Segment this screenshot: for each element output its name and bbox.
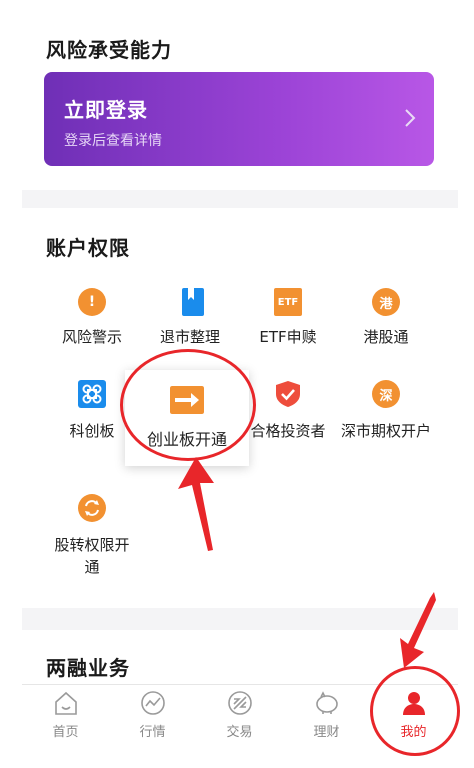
tab-label: 理财 xyxy=(313,725,340,740)
perm-label: 合格投资者 xyxy=(250,422,326,440)
star-market-icon xyxy=(78,380,106,408)
perm-label: 风险警示 xyxy=(61,328,122,346)
perm-item-etf[interactable]: ETF ETF申赎 xyxy=(238,288,338,358)
shield-check-icon xyxy=(276,381,300,407)
margin-section-title: 两融业务 xyxy=(46,656,130,680)
gem-arrow-icon xyxy=(170,386,204,414)
app-screen: 风险承受能力 立即登录 登录后查看详情 账户权限 ! 风险警示 退市整理 ETF… xyxy=(22,0,458,742)
tab-label: 交易 xyxy=(226,725,253,740)
perm-label: 退市整理 xyxy=(159,328,220,346)
perm-item-qualified-investor[interactable]: 合格投资者 xyxy=(238,380,338,450)
perm-label: 港股通 xyxy=(363,328,409,346)
tab-label: 首页 xyxy=(52,725,79,740)
tab-wealth[interactable]: 理财 xyxy=(283,685,370,742)
tab-home[interactable]: 首页 xyxy=(22,685,109,742)
tab-label: 行情 xyxy=(139,725,166,740)
neeq-icon xyxy=(78,494,106,522)
sz-options-icon: 深 xyxy=(372,380,400,408)
user-icon xyxy=(403,692,425,715)
perm-item-neeq[interactable]: 股转权限开通 xyxy=(42,494,142,584)
perm-item-delisting[interactable]: 退市整理 xyxy=(140,288,240,358)
tab-mine[interactable]: 我的 xyxy=(370,685,457,742)
bottom-tab-bar: 首页 行情 交易 理财 我的 xyxy=(22,684,458,742)
risk-section-title: 风险承受能力 xyxy=(46,38,172,62)
margin-trading-card: 两融业务 xyxy=(22,630,458,690)
piggy-bank-icon xyxy=(316,691,338,714)
permissions-section-title: 账户权限 xyxy=(46,236,130,260)
tab-trade[interactable]: 交易 xyxy=(196,685,283,742)
market-chart-icon xyxy=(141,691,165,715)
perm-item-hk-connect[interactable]: 港 港股通 xyxy=(336,288,436,358)
tab-market[interactable]: 行情 xyxy=(109,685,196,742)
perm-label: 创业板开通 xyxy=(146,430,227,449)
trade-icon xyxy=(228,691,252,715)
perm-label: 深市期权开户 xyxy=(340,422,431,440)
login-banner[interactable]: 立即登录 登录后查看详情 xyxy=(44,72,434,166)
risk-tolerance-card: 风险承受能力 立即登录 登录后查看详情 xyxy=(22,0,458,190)
home-icon xyxy=(55,691,77,715)
chevron-right-icon xyxy=(405,109,416,127)
login-subtitle: 登录后查看详情 xyxy=(64,133,162,149)
perm-item-sz-options[interactable]: 深 深市期权开户 xyxy=(336,380,436,470)
warning-icon: ! xyxy=(78,288,106,316)
bookmark-icon xyxy=(182,288,204,316)
perm-label: ETF申赎 xyxy=(259,328,317,346)
perm-item-risk-warning[interactable]: ! 风险警示 xyxy=(42,288,142,358)
perm-label: 股转权限开通 xyxy=(54,536,130,576)
perm-item-gem-open[interactable]: 创业板开通 xyxy=(125,370,249,466)
etf-icon: ETF xyxy=(274,288,302,316)
login-title: 立即登录 xyxy=(64,98,148,122)
hk-connect-icon: 港 xyxy=(372,288,400,316)
tab-label: 我的 xyxy=(400,725,427,740)
